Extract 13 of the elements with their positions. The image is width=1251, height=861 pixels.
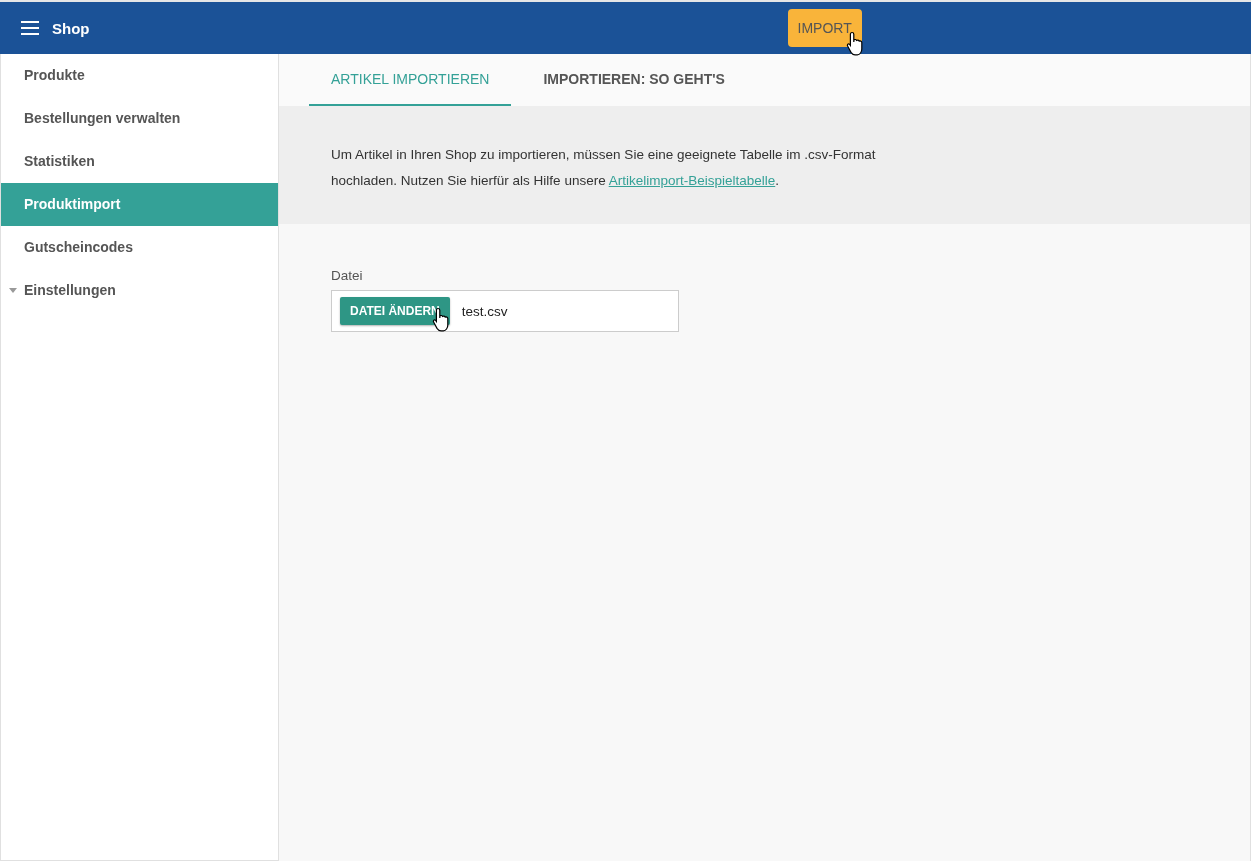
sidebar-item[interactable]: Statistiken [1, 140, 278, 183]
file-name: test.csv [461, 303, 508, 319]
caret-icon [9, 288, 17, 293]
sidebar-item[interactable]: Einstellungen [17, 269, 116, 312]
menu-icon[interactable] [21, 21, 39, 35]
sidebar-item[interactable]: Gutscheincodes [1, 226, 278, 269]
app-title: Shop [52, 19, 90, 37]
info-text: Um Artikel in Ihren Shop zu importieren, müssen Sie eine geeignete Tabelle im .csv-Format hochladen. Nutzen Sie hierfür als Hilfe unsere Artikelimport-Beispieltabelle. [331, 146, 877, 190]
field-label: Datei [331, 268, 364, 283]
sidebar-item[interactable]: Bestellungen verwalten [1, 97, 278, 140]
import-button[interactable]: IMPORT [787, 9, 862, 47]
tab[interactable]: IMPORTIEREN: SO GEHT'S [521, 54, 747, 106]
sidebar-item[interactable]: Produkte [1, 54, 278, 97]
